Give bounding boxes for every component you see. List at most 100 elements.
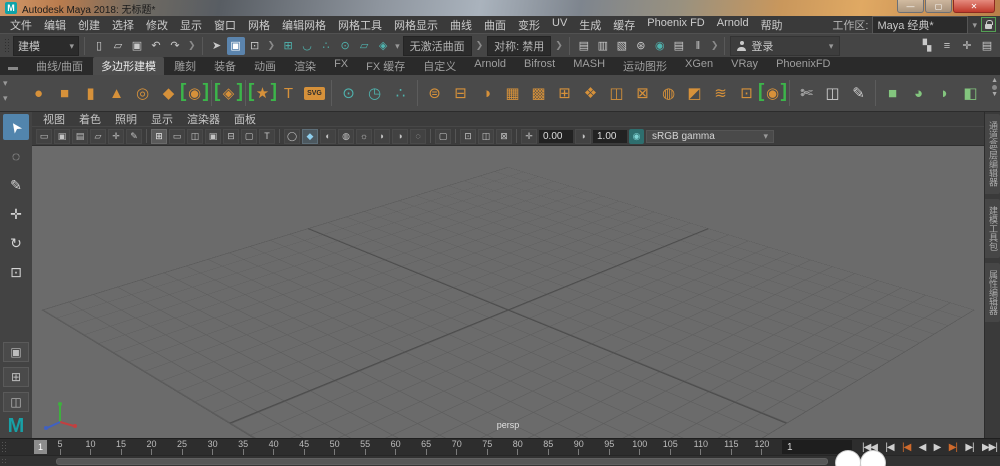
menu-item[interactable]: 编辑网格 — [276, 17, 332, 33]
frame-tick[interactable]: 30 — [203, 439, 223, 455]
shelf-tab[interactable]: XGen — [677, 57, 721, 75]
panel-menu-item[interactable]: 照明 — [110, 111, 142, 127]
shelf-tab[interactable]: 渲染 — [286, 57, 324, 75]
contrast-icon[interactable]: ◑ — [575, 129, 591, 144]
active-surface-field[interactable]: 无激活曲面 — [403, 36, 472, 56]
menu-set-dropdown[interactable]: 建模 — [13, 36, 79, 56]
step-forward-key-button[interactable]: ▶| — [949, 442, 957, 453]
pause-viewport-icon[interactable]: ‖ — [689, 37, 707, 55]
maximize-viewport-icon[interactable]: ⊠ — [496, 129, 512, 144]
frame-tick[interactable]: 75 — [477, 439, 497, 455]
shelf-tab[interactable]: Bifrost — [516, 57, 563, 75]
contrast-field[interactable]: 1.00 — [593, 130, 627, 143]
textured-icon[interactable]: ◐ — [320, 129, 336, 144]
menu-item[interactable]: 创建 — [72, 17, 106, 33]
redo-icon[interactable]: ↷ — [166, 37, 184, 55]
chevron-down-icon[interactable] — [395, 40, 400, 52]
collapse-arrow-icon[interactable]: ❯ — [710, 40, 720, 51]
panel-menu-item[interactable]: 显示 — [146, 111, 178, 127]
frame-tick[interactable]: 90 — [569, 439, 589, 455]
frame-tick[interactable]: 15 — [111, 439, 131, 455]
camera-bookmark-icon[interactable]: ▤ — [72, 129, 88, 144]
attribute-editor-toggle-icon[interactable]: ≡ — [938, 37, 956, 55]
smooth-mesh-preview-icon[interactable]: ◉ — [760, 81, 785, 106]
drag-grip[interactable] — [4, 38, 10, 54]
symmetry-field[interactable]: 对称: 禁用 — [487, 36, 551, 56]
chevron-down-icon[interactable] — [972, 19, 977, 31]
minimize-button[interactable]: — — [897, 0, 924, 13]
step-forward-frame-button[interactable]: ▶| — [965, 442, 973, 453]
smooth-shade-icon[interactable]: ◆ — [302, 129, 318, 144]
poly-cube-icon[interactable]: ■ — [52, 81, 77, 106]
safe-action-icon[interactable]: ▢ — [241, 129, 257, 144]
set-driven-key-icon[interactable]: ◷ — [362, 81, 387, 106]
pane-arrangement-icon[interactable]: ◫ — [478, 129, 494, 144]
panel-menu-item[interactable]: 面板 — [229, 111, 261, 127]
drag-grip[interactable] — [1, 441, 7, 453]
shelf-scrollbar[interactable]: ▲ ▼ — [991, 77, 998, 98]
frame-tick[interactable]: 25 — [172, 439, 192, 455]
viewport-persp[interactable]: persp — [32, 145, 984, 438]
shelf-tab[interactable]: FX 缓存 — [358, 57, 413, 75]
shelf-tab-menu-icon[interactable] — [3, 78, 8, 89]
grid-toggle-icon[interactable]: ⊞ — [151, 129, 167, 144]
frame-tick[interactable]: 10 — [81, 439, 101, 455]
shelf-tab[interactable]: 运动图形 — [615, 57, 675, 75]
shelf-collapse-icon[interactable]: ▬ — [8, 62, 18, 73]
fill-hole-icon[interactable]: ▦ — [500, 81, 525, 106]
poly-platonic-icon[interactable]: ◈ — [216, 81, 241, 106]
sculpt-tool-icon[interactable]: ■ — [880, 81, 905, 106]
menu-item[interactable]: 网格 — [242, 17, 276, 33]
snap-to-point-icon[interactable]: ∴ — [317, 37, 335, 55]
sculpt-smooth-icon[interactable]: ◕ — [906, 81, 931, 106]
insert-edge-loop-icon[interactable]: ◫ — [820, 81, 845, 106]
hypershade-icon[interactable]: ◉ — [651, 37, 669, 55]
frame-tick[interactable]: 55 — [355, 439, 375, 455]
collapse-arrow-icon[interactable]: ❯ — [554, 40, 564, 51]
play-backwards-button[interactable]: ◀ — [919, 442, 926, 453]
isolate-select-icon[interactable]: ▢ — [435, 129, 451, 144]
workspace-dropdown[interactable]: Maya 经典* — [872, 16, 968, 34]
menu-item[interactable]: 生成 — [573, 17, 607, 33]
shelf-tab[interactable]: 雕刻 — [166, 57, 204, 75]
frame-tick[interactable]: 5 — [50, 439, 70, 455]
shelf-tab[interactable]: 自定义 — [415, 57, 464, 75]
wireframe-icon[interactable]: ◯ — [284, 129, 300, 144]
frame-tick[interactable]: 50 — [325, 439, 345, 455]
reduce-icon[interactable]: ▩ — [526, 81, 551, 106]
snap-to-curve-icon[interactable]: ◡ — [298, 37, 316, 55]
scale-tool[interactable]: ⊡ — [3, 259, 29, 285]
single-pane-layout-button[interactable]: ▣ — [3, 342, 29, 362]
frame-tick[interactable]: 20 — [142, 439, 162, 455]
menu-item[interactable]: 窗口 — [208, 17, 242, 33]
lock-workspace-button[interactable] — [981, 17, 996, 32]
poly-cylinder-icon[interactable]: ▮ — [78, 81, 103, 106]
frame-tick[interactable]: 80 — [508, 439, 528, 455]
pan-zoom-icon[interactable]: ✛ — [108, 129, 124, 144]
menu-item[interactable]: 显示 — [174, 17, 208, 33]
menu-item[interactable]: Phoenix FD — [641, 17, 710, 33]
maximize-button[interactable]: ▢ — [925, 0, 952, 13]
shelf-tab[interactable]: Arnold — [466, 57, 514, 75]
sign-in-button[interactable]: 登录 — [730, 36, 840, 56]
menu-item[interactable]: 编辑 — [38, 17, 72, 33]
shadows-icon[interactable]: ◗ — [374, 129, 390, 144]
field-chart-icon[interactable]: ⊟ — [223, 129, 239, 144]
bridge-icon[interactable]: ⊠ — [630, 81, 655, 106]
menu-item[interactable]: 曲面 — [478, 17, 512, 33]
frame-tick[interactable]: 120 — [752, 439, 772, 455]
poly-plane-icon[interactable]: ◆ — [156, 81, 181, 106]
frame-tick[interactable]: 110 — [691, 439, 711, 455]
camera-lock-icon[interactable]: ▣ — [54, 129, 70, 144]
current-frame-marker[interactable]: 1 — [34, 440, 47, 454]
safe-title-icon[interactable]: T — [259, 129, 275, 144]
target-weld-icon[interactable]: ⊡ — [734, 81, 759, 106]
tool-settings-toggle-icon[interactable]: ✛ — [958, 37, 976, 55]
multi-cut-icon[interactable]: ✄ — [794, 81, 819, 106]
film-gate-icon[interactable]: ▭ — [169, 129, 185, 144]
ipr-render-icon[interactable]: ▧ — [613, 37, 631, 55]
sidebar-tab[interactable]: 建模工具包 — [985, 199, 1000, 258]
use-default-material-icon[interactable]: ◍ — [338, 129, 354, 144]
snapshot-icon[interactable]: ⊡ — [460, 129, 476, 144]
channel-box-toggle-icon[interactable]: ▤ — [978, 37, 996, 55]
